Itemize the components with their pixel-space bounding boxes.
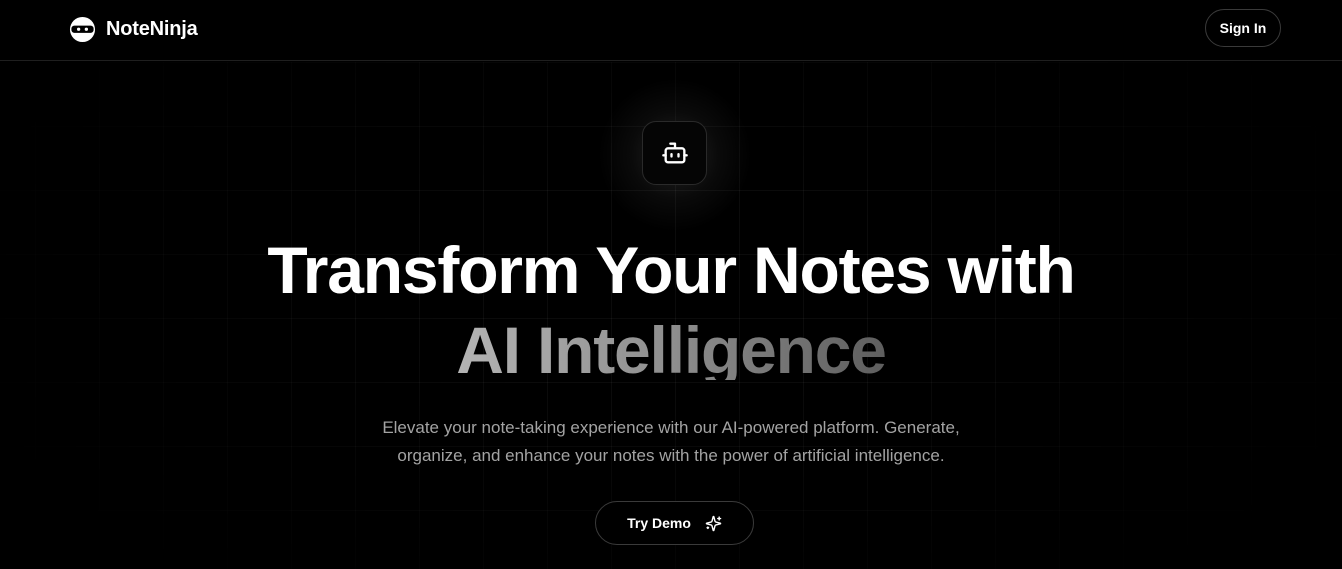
top-nav: NoteNinja Sign In xyxy=(0,0,1342,61)
hero-subtitle-line-2: organize, and enhance your notes with th… xyxy=(397,446,945,465)
sparkles-icon xyxy=(705,515,722,531)
ninja-logo-icon xyxy=(69,16,96,42)
hero-headline-gradient-text: AI Intelligence xyxy=(456,313,887,380)
landing-page: NoteNinja Sign In Transform Your Notes w… xyxy=(0,0,1342,569)
try-demo-button[interactable]: Try Demo xyxy=(595,501,754,545)
hero-icon-tile xyxy=(642,121,707,185)
hero-headline: Transform Your Notes with xyxy=(267,233,1076,307)
brand[interactable]: NoteNinja xyxy=(69,15,198,43)
try-demo-label: Try Demo xyxy=(627,515,691,531)
hero-subtitle: Elevate your note-taking experience with… xyxy=(0,414,1342,470)
sign-in-button[interactable]: Sign In xyxy=(1205,9,1281,47)
hero-headline-highlight: AI Intelligence xyxy=(0,308,1342,380)
brand-name: NoteNinja xyxy=(106,17,198,40)
robot-icon xyxy=(661,142,688,164)
hero-subtitle-line-1: Elevate your note-taking experience with… xyxy=(382,418,960,437)
